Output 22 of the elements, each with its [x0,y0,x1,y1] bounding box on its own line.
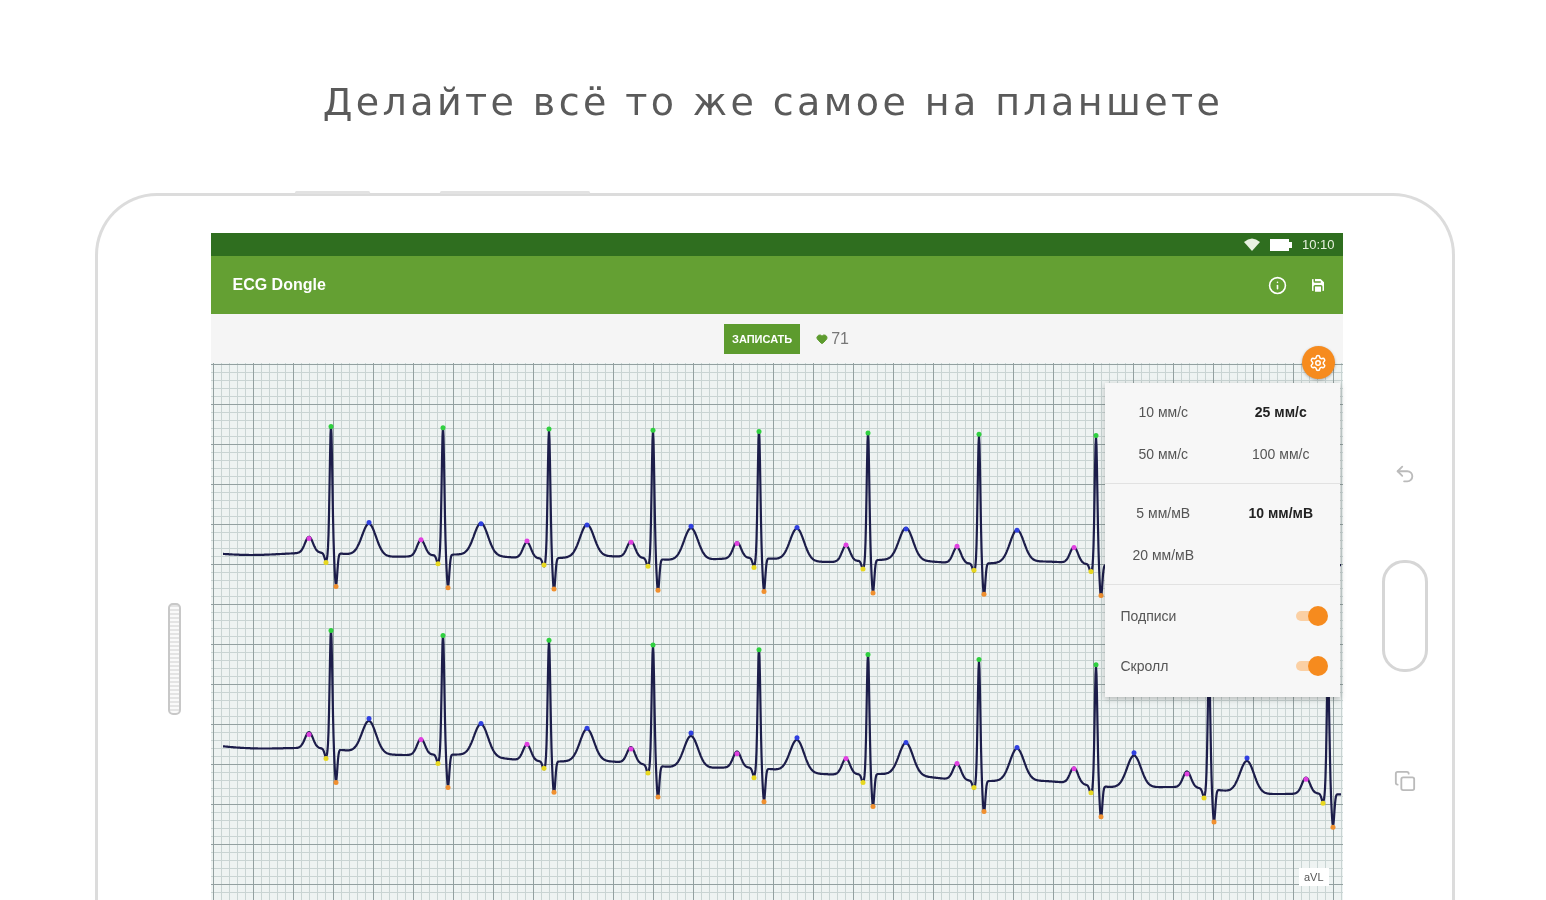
speed-option[interactable]: 100 мм/с [1222,433,1340,475]
headline: Делайте всё то же самое на планшете [322,80,1224,126]
battery-icon [1269,238,1292,251]
back-icon[interactable] [1394,463,1416,485]
speed-option[interactable]: 25 мм/с [1222,391,1340,433]
app-title: ECG Dongle [232,276,327,294]
speed-option[interactable]: 10 мм/с [1104,391,1222,433]
toggle-label: Подписи [1120,608,1177,624]
info-icon[interactable] [1267,275,1287,295]
gear-icon [1309,353,1327,372]
home-button[interactable] [1382,560,1428,672]
heart-rate: 71 [831,329,849,348]
wifi-icon [1243,238,1260,251]
heart-icon [816,332,829,345]
gain-option[interactable]: 5 мм/мВ [1104,492,1222,534]
toggle-label: Скролл [1120,658,1169,674]
lead-label: aVL [1298,868,1329,886]
gain-option[interactable]: 20 мм/мВ [1104,534,1222,576]
gain-option[interactable]: 10 мм/мВ [1222,492,1340,534]
speed-option[interactable]: 50 мм/с [1104,433,1222,475]
recent-apps-icon[interactable] [1394,770,1416,792]
clock-time: 10:10 [1301,237,1335,252]
